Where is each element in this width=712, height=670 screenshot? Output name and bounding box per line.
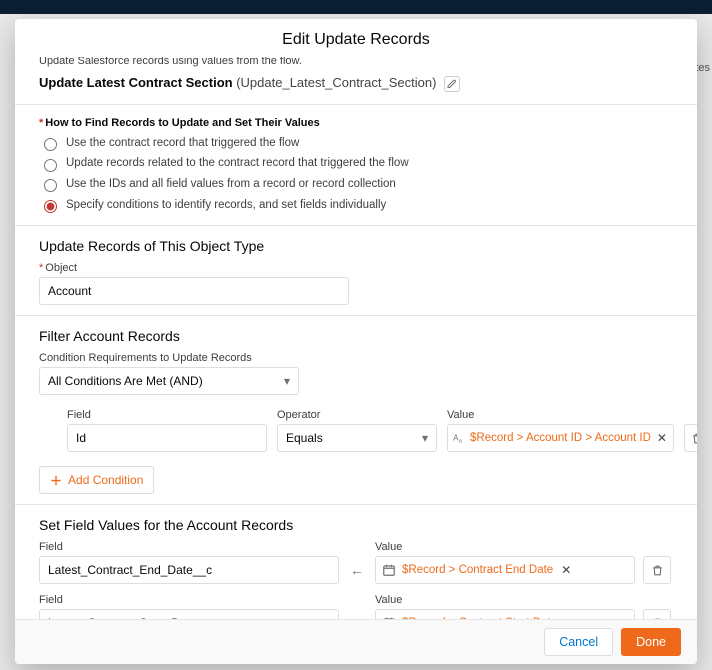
filter-value-pill: $Record > Account ID > Account ID	[470, 432, 651, 444]
set-field-label: Field	[39, 541, 339, 553]
radio-input[interactable]	[44, 138, 57, 151]
filter-field-input[interactable]	[67, 424, 267, 452]
cond-req-label: Condition Requirements to Update Records	[39, 352, 673, 364]
modal-intro-text: Update Salesforce records using values f…	[15, 57, 697, 73]
modal-footer: Cancel Done	[15, 619, 697, 664]
element-api-name: (Update_Latest_Contract_Section)	[236, 75, 436, 90]
set-value-row: Field ← Value $Record > Contract End Dat…	[39, 541, 673, 584]
date-icon	[382, 563, 396, 577]
radio-input[interactable]	[44, 159, 57, 172]
plus-icon: ＋	[50, 472, 62, 489]
set-field-input[interactable]	[39, 556, 339, 584]
object-section: Update Records of This Object Type Objec…	[15, 226, 697, 315]
element-name-row: Update Latest Contract Section (Update_L…	[15, 73, 697, 104]
howto-option-3[interactable]: Specify conditions to identify records, …	[39, 195, 673, 216]
delete-condition-button[interactable]	[684, 424, 697, 452]
filter-operator-value: Equals	[286, 431, 323, 445]
cancel-button[interactable]: Cancel	[544, 628, 613, 656]
filter-value-label: Value	[447, 409, 674, 421]
howto-section: How to Find Records to Update and Set Th…	[15, 105, 697, 226]
app-topbar	[0, 0, 712, 14]
edit-update-records-modal: Edit Update Records Update Salesforce re…	[15, 19, 697, 664]
set-values-heading: Set Field Values for the Account Records	[39, 517, 673, 533]
set-value-pill: $Record > Contract End Date	[402, 564, 553, 576]
howto-option-label: Update records related to the contract r…	[66, 153, 409, 174]
edit-name-button[interactable]	[444, 76, 460, 92]
howto-option-0[interactable]: Use the contract record that triggered t…	[39, 133, 673, 154]
set-value-row: Field ← Value $Record > Contract Start D…	[39, 594, 673, 619]
howto-option-label: Specify conditions to identify records, …	[66, 195, 386, 216]
clear-value-button[interactable]: ✕	[559, 563, 573, 577]
set-field-label: Field	[39, 594, 339, 606]
svg-text:a: a	[459, 439, 462, 445]
filter-operator-label: Operator	[277, 409, 437, 421]
delete-assignment-button[interactable]	[643, 609, 671, 619]
trash-icon	[691, 432, 697, 445]
radio-input[interactable]	[44, 200, 57, 213]
set-value-input[interactable]: $Record > Contract End Date ✕	[375, 556, 635, 584]
chevron-down-icon: ▾	[422, 431, 428, 445]
filter-value-input[interactable]: Aa $Record > Account ID > Account ID ✕	[447, 424, 674, 452]
object-field-label: Object	[39, 262, 673, 274]
add-condition-button[interactable]: ＋ Add Condition	[39, 466, 154, 494]
set-value-label: Value	[375, 594, 635, 606]
radio-input[interactable]	[44, 179, 57, 192]
filter-section: Filter Account Records Condition Require…	[15, 316, 697, 504]
arrow-left-icon: ←	[347, 562, 367, 584]
pencil-icon	[447, 79, 457, 89]
set-field-input[interactable]	[39, 609, 339, 619]
svg-text:A: A	[453, 434, 459, 443]
set-value-input[interactable]: $Record > Contract Start Date ✕	[375, 609, 635, 619]
text-type-icon: Aa	[452, 431, 466, 445]
howto-legend: How to Find Records to Update and Set Th…	[39, 117, 673, 129]
howto-option-label: Use the IDs and all field values from a …	[66, 174, 396, 195]
add-condition-label: Add Condition	[68, 473, 143, 487]
howto-option-1[interactable]: Update records related to the contract r…	[39, 153, 673, 174]
done-button[interactable]: Done	[621, 628, 681, 656]
set-value-label: Value	[375, 541, 635, 553]
filter-field-label: Field	[67, 409, 267, 421]
object-section-heading: Update Records of This Object Type	[39, 238, 673, 254]
cond-req-value: All Conditions Are Met (AND)	[48, 374, 203, 388]
filter-section-heading: Filter Account Records	[39, 328, 673, 344]
trash-icon	[651, 564, 664, 577]
element-label: Update Latest Contract Section	[39, 75, 233, 90]
howto-option-label: Use the contract record that triggered t…	[66, 133, 299, 154]
set-values-section: Set Field Values for the Account Records…	[15, 505, 697, 619]
filter-operator-select[interactable]: Equals ▾	[277, 424, 437, 452]
chevron-down-icon: ▾	[284, 374, 290, 388]
object-input[interactable]	[39, 277, 349, 305]
cond-req-select[interactable]: All Conditions Are Met (AND) ▾	[39, 367, 299, 395]
modal-title: Edit Update Records	[15, 19, 697, 57]
delete-assignment-button[interactable]	[643, 556, 671, 584]
howto-option-2[interactable]: Use the IDs and all field values from a …	[39, 174, 673, 195]
clear-value-button[interactable]: ✕	[655, 431, 669, 445]
